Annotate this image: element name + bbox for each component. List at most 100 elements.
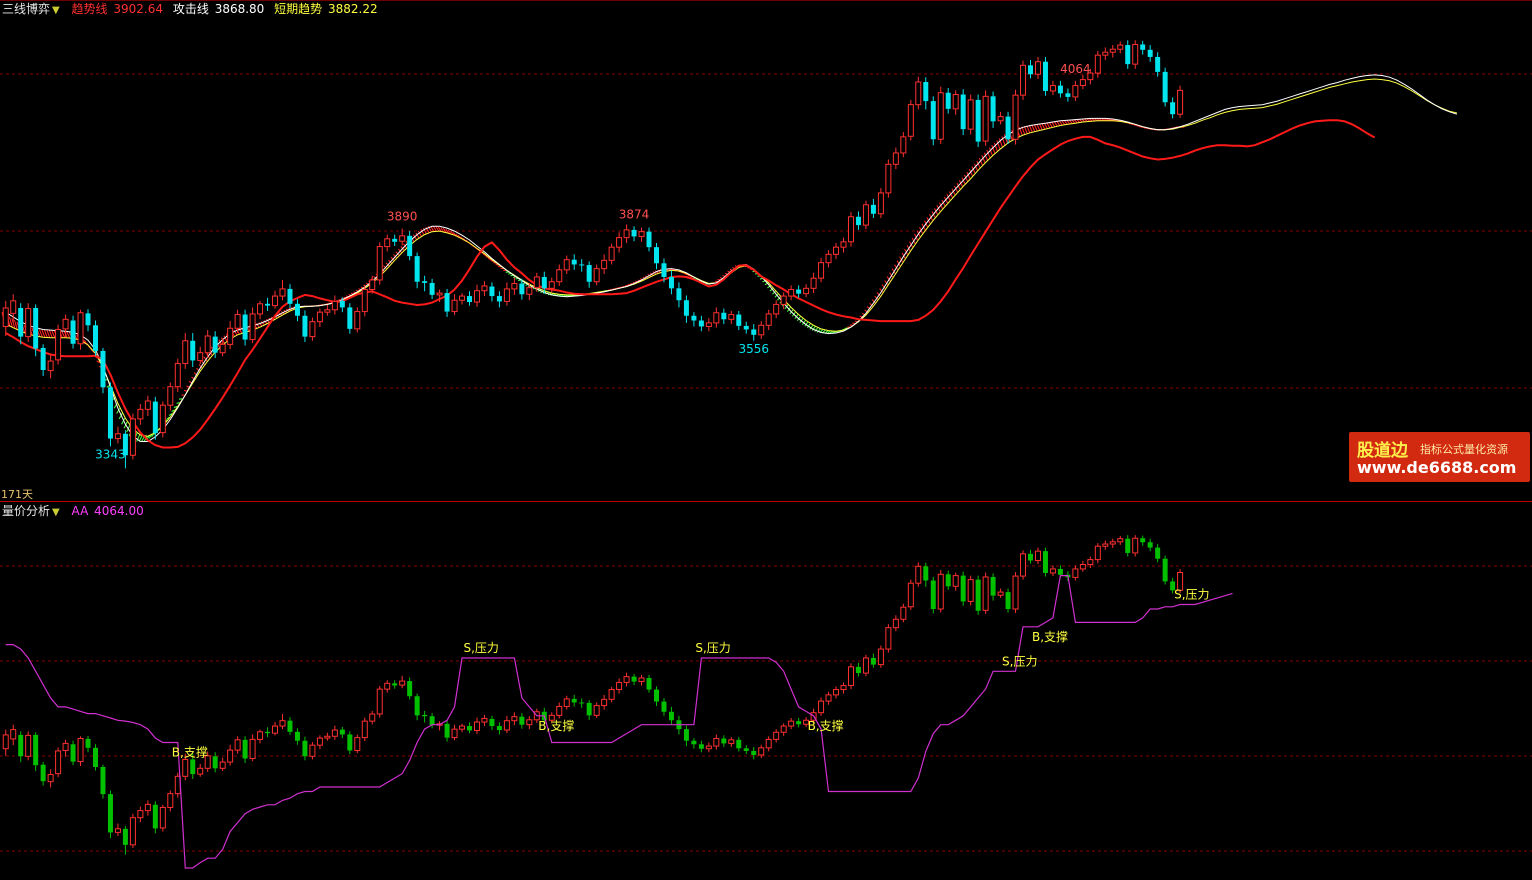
candle-body bbox=[855, 666, 861, 674]
candle-body bbox=[1162, 71, 1168, 103]
candle-body bbox=[70, 320, 76, 344]
candle-body bbox=[1020, 64, 1027, 96]
candle bbox=[997, 111, 1004, 125]
candle bbox=[877, 188, 884, 218]
volume-price-candle bbox=[219, 757, 226, 771]
candle-body bbox=[1057, 85, 1063, 94]
volume-price-candle bbox=[877, 645, 884, 668]
volume-price-candle bbox=[945, 570, 951, 590]
candle-body bbox=[429, 282, 435, 295]
candle bbox=[654, 242, 659, 270]
volume-price-candle bbox=[907, 579, 914, 610]
trough-price-label: 3556 bbox=[738, 342, 769, 356]
candle bbox=[683, 295, 689, 323]
volume-price-candle bbox=[743, 745, 749, 755]
candle-body bbox=[279, 288, 286, 297]
candle bbox=[324, 305, 331, 316]
candle-body bbox=[736, 314, 742, 326]
candle-body bbox=[249, 738, 256, 760]
candle-body bbox=[309, 321, 316, 338]
candle-body bbox=[467, 726, 472, 731]
candle bbox=[751, 324, 757, 341]
candle-body bbox=[945, 574, 951, 587]
candle-body bbox=[242, 314, 248, 340]
candle bbox=[70, 315, 76, 349]
candle bbox=[422, 275, 428, 292]
candle-body bbox=[556, 705, 563, 716]
candle bbox=[1140, 40, 1146, 55]
candle bbox=[930, 96, 936, 146]
volume-price-candle bbox=[459, 723, 466, 733]
candle bbox=[47, 353, 54, 379]
candle-body bbox=[451, 299, 458, 313]
candle bbox=[1079, 74, 1086, 90]
candle bbox=[952, 90, 959, 115]
grid-lines bbox=[0, 73, 1532, 852]
volume-price-candle bbox=[129, 813, 136, 848]
candle-body bbox=[122, 828, 128, 845]
candle-body bbox=[840, 241, 847, 248]
candle bbox=[915, 76, 922, 110]
candle-body bbox=[990, 576, 996, 596]
candle-body bbox=[556, 269, 563, 283]
candle bbox=[40, 344, 46, 376]
candle bbox=[736, 310, 742, 331]
volume-price-candle bbox=[683, 725, 689, 747]
candle-body bbox=[519, 716, 525, 725]
volume-price-candle bbox=[556, 702, 563, 719]
candle-body bbox=[182, 758, 189, 777]
candle-body bbox=[511, 716, 518, 722]
candle-body bbox=[765, 738, 772, 749]
candle-body bbox=[167, 793, 174, 808]
volume-price-candle bbox=[1094, 543, 1101, 564]
candle-body bbox=[511, 283, 518, 290]
chart-canvas[interactable]: 3890 3874 4064 3343 3556 B,支撑 S,压力 B,支撑 S,压力 B,支撑… bbox=[0, 0, 1532, 880]
candle-body bbox=[496, 296, 502, 302]
candle bbox=[2, 300, 9, 337]
candle-body bbox=[249, 313, 256, 341]
candle-body bbox=[638, 677, 645, 683]
candle bbox=[294, 299, 300, 322]
candle bbox=[900, 132, 907, 158]
volume-price-candle bbox=[1005, 588, 1011, 613]
candle-body bbox=[892, 152, 899, 165]
candle-body bbox=[2, 307, 9, 327]
candle-body bbox=[279, 720, 286, 727]
volume-price-candle bbox=[77, 736, 84, 767]
trough-price-label: 3343 bbox=[95, 447, 126, 461]
candle-body bbox=[1057, 568, 1063, 575]
candle-body bbox=[407, 235, 413, 257]
candle-body bbox=[877, 648, 884, 666]
candle-body bbox=[137, 408, 144, 420]
candle-body bbox=[1042, 551, 1048, 573]
candle bbox=[316, 308, 323, 328]
candle bbox=[249, 307, 256, 344]
volume-price-candle bbox=[384, 680, 391, 693]
candle-body bbox=[803, 287, 810, 295]
volume-price-candle bbox=[1147, 538, 1153, 552]
volume-price-candle bbox=[436, 721, 443, 731]
candle-body bbox=[1140, 44, 1146, 50]
volume-price-candle bbox=[937, 569, 944, 613]
volume-price-candle bbox=[870, 653, 876, 668]
candle-body bbox=[923, 82, 929, 102]
candle-body bbox=[1132, 43, 1139, 65]
volume-price-candle bbox=[1028, 549, 1033, 564]
candle bbox=[18, 303, 24, 345]
candle-body bbox=[751, 750, 757, 755]
candle bbox=[1065, 88, 1071, 102]
candle-body bbox=[758, 747, 765, 756]
band-fill bbox=[1, 117, 1185, 442]
candle bbox=[1020, 60, 1027, 100]
candle-body bbox=[114, 433, 121, 440]
volume-price-candle bbox=[496, 722, 502, 735]
candle-body bbox=[937, 573, 944, 610]
candle-body bbox=[654, 689, 659, 702]
candle-body bbox=[1087, 559, 1094, 565]
candle-body bbox=[900, 606, 907, 620]
candle-body bbox=[1094, 54, 1101, 74]
candle-body bbox=[1177, 89, 1184, 115]
volume-price-candle bbox=[114, 823, 121, 836]
volume-price-candle bbox=[197, 763, 204, 777]
volume-price-candle bbox=[339, 726, 345, 739]
